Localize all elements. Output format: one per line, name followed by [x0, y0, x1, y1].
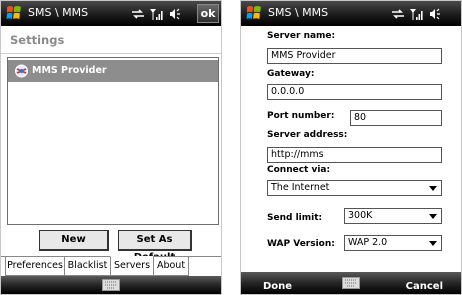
cancel-softkey[interactable]: Cancel	[406, 281, 443, 292]
signal-icon[interactable]	[150, 8, 164, 21]
connectivity-icon[interactable]	[131, 8, 145, 20]
volume-icon[interactable]	[169, 8, 181, 20]
connect-via-select[interactable]: The Internet	[267, 180, 442, 196]
tab-blacklist[interactable]: Blacklist	[64, 256, 111, 276]
signal-icon[interactable]	[410, 8, 424, 21]
title-bar: SMS \ MMS	[241, 1, 461, 26]
keyboard-icon[interactable]	[342, 277, 360, 289]
done-softkey[interactable]: Done	[263, 281, 292, 292]
soft-key-bar	[1, 276, 221, 294]
set-as-default-button[interactable]: Set As Default	[118, 230, 192, 263]
settings-heading: Settings	[1, 26, 221, 54]
window-title: SMS \ MMS	[268, 6, 329, 19]
wap-version-value: WAP 2.0	[348, 237, 388, 248]
connect-via-label: Connect via:	[267, 165, 331, 175]
tab-strip: Preferences Blacklist Servers About	[1, 256, 221, 276]
server-list[interactable]: MMS Provider	[7, 57, 219, 225]
start-icon[interactable]	[245, 4, 263, 22]
server-name-label: Server name:	[267, 31, 336, 41]
mms-provider-screen: SMS \ MMS Server name: MMS Provider Gate…	[240, 0, 462, 295]
keyboard-icon[interactable]	[102, 279, 120, 291]
start-icon[interactable]	[5, 4, 23, 22]
settings-screen: SMS \ MMS ok Settings MMS Provider New S…	[0, 0, 222, 295]
ok-button[interactable]: ok	[197, 4, 219, 23]
tab-about[interactable]: About	[153, 256, 189, 276]
volume-icon[interactable]	[429, 8, 441, 20]
chevron-down-icon	[429, 214, 437, 219]
server-address-field[interactable]: http://mms	[267, 147, 442, 163]
title-bar: SMS \ MMS ok	[1, 1, 221, 26]
port-number-field[interactable]: 80	[350, 110, 442, 126]
mms-provider-icon	[15, 64, 28, 78]
send-limit-label: Send limit:	[267, 213, 323, 223]
window-title: SMS \ MMS	[28, 6, 89, 19]
chevron-down-icon	[429, 241, 437, 246]
server-name-field[interactable]: MMS Provider	[267, 48, 442, 64]
gateway-field[interactable]: 0.0.0.0	[267, 84, 442, 100]
server-address-label: Server address:	[267, 130, 348, 140]
tab-servers[interactable]: Servers	[110, 256, 154, 276]
connectivity-icon[interactable]	[391, 8, 405, 20]
wap-version-label: WAP Version:	[267, 239, 335, 249]
soft-key-bar: Done Cancel	[241, 272, 461, 294]
chevron-down-icon	[429, 186, 437, 191]
send-limit-select[interactable]: 300K	[344, 208, 442, 224]
gateway-label: Gateway:	[267, 69, 315, 79]
tab-preferences[interactable]: Preferences	[5, 256, 65, 276]
new-button[interactable]: New	[39, 230, 109, 251]
send-limit-value: 300K	[348, 210, 373, 221]
connect-via-value: The Internet	[271, 182, 330, 193]
wap-version-select[interactable]: WAP 2.0	[344, 235, 442, 251]
page-title: Settings	[10, 33, 65, 47]
list-item[interactable]: MMS Provider	[8, 60, 218, 82]
port-number-label: Port number:	[267, 111, 335, 121]
list-item-label: MMS Provider	[32, 65, 107, 76]
